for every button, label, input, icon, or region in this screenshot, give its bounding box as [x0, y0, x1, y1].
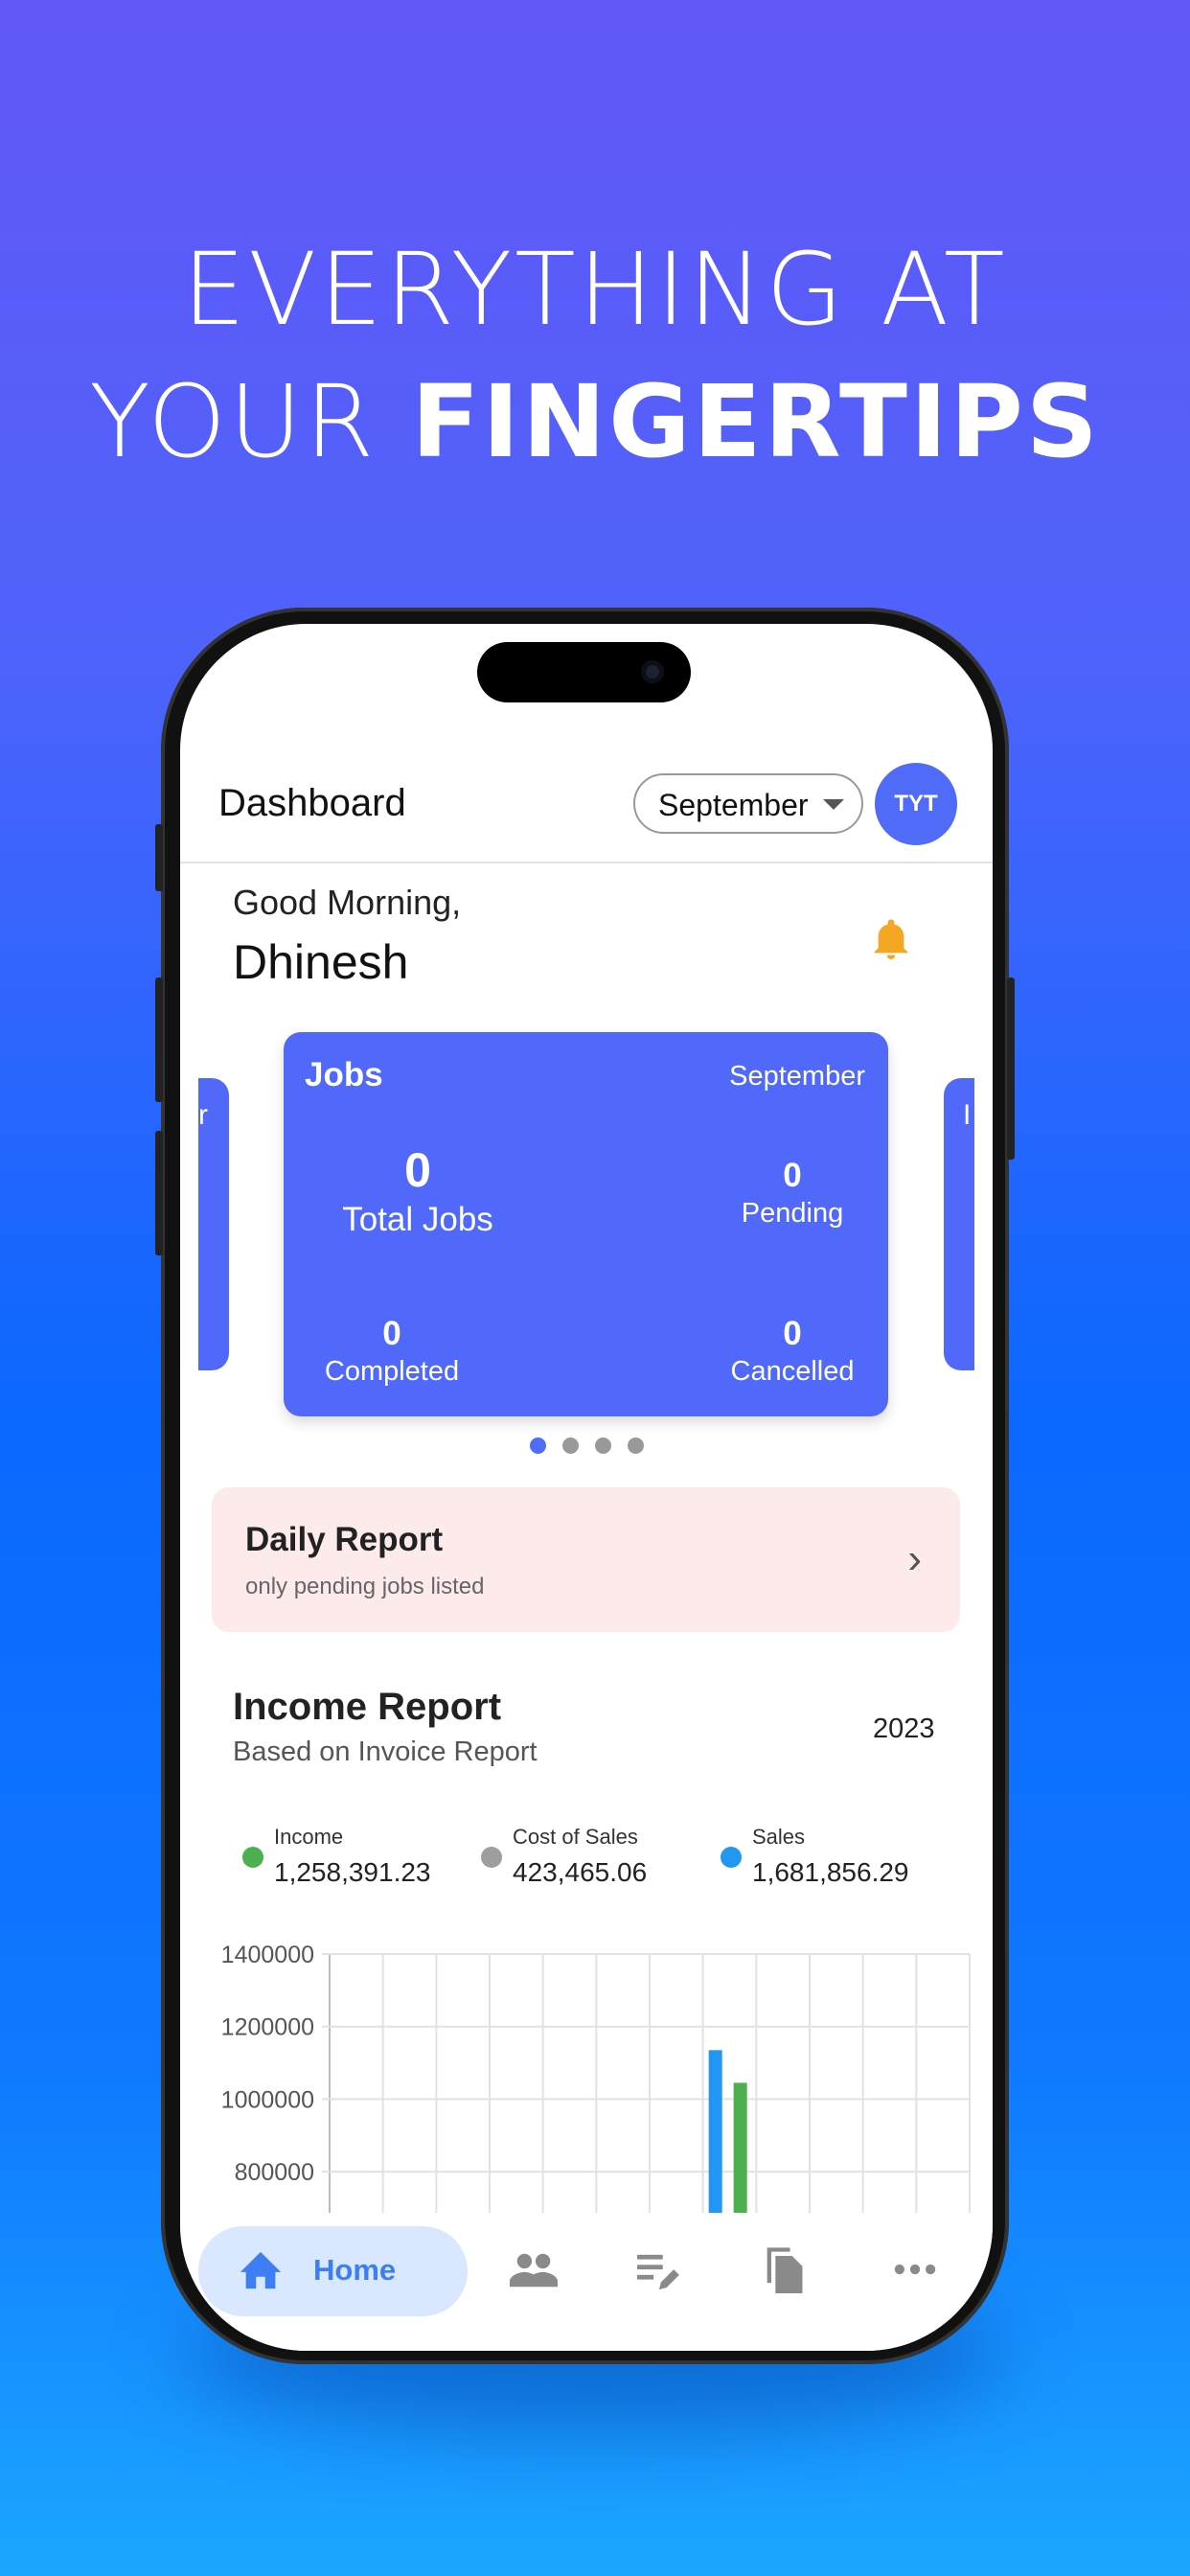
legend-value: 1,681,856.29 [752, 1857, 909, 1887]
carousel-dot[interactable] [530, 1438, 546, 1454]
phone-button [155, 978, 163, 1102]
legend-label: Cost of Sales [513, 1825, 638, 1849]
legend-dot [242, 1847, 263, 1868]
documents-icon[interactable] [763, 2243, 805, 2293]
user-name: Dhinesh [233, 935, 409, 989]
bar-income [733, 2082, 747, 2215]
income-report-year[interactable]: 2023 [873, 1714, 935, 1745]
headline-line-1: EVERYTHING AT [182, 231, 1008, 348]
phone-button [155, 824, 163, 891]
legend-value: 1,258,391.23 [274, 1857, 431, 1887]
income-bar-chart: 1400000 1200000 1000000 800000 [221, 1942, 971, 2215]
nav-home-label: Home [313, 2253, 397, 2287]
bottom-nav: Home [180, 2213, 993, 2351]
legend-label: Income [274, 1825, 344, 1849]
y-tick-label: 1000000 [221, 2086, 314, 2113]
income-report-subtitle: Based on Invoice Report [233, 1736, 538, 1767]
pending-value: 0 [783, 1157, 802, 1194]
app-screen: Dashboard September TYT Good Morning, Dh… [180, 624, 993, 2351]
headline-line-2: YOUR FINGERTIPS [0, 372, 1190, 472]
completed-value: 0 [382, 1315, 401, 1352]
greeting-text: Good Morning, [233, 883, 462, 922]
more-icon[interactable] [894, 2263, 936, 2276]
bar-sales [708, 2050, 722, 2215]
header-divider [180, 862, 993, 863]
phone-button [1007, 978, 1015, 1160]
jobs-card-title: Jobs [305, 1056, 383, 1093]
peek-text: r [198, 1099, 208, 1131]
cancelled-value: 0 [783, 1315, 802, 1352]
next-card-peek[interactable]: I [944, 1078, 974, 1370]
nav-home[interactable]: Home [198, 2226, 468, 2316]
carousel-dot[interactable] [628, 1438, 644, 1454]
daily-report-subtitle: only pending jobs listed [245, 1574, 485, 1599]
carousel-dot[interactable] [595, 1438, 611, 1454]
legend-label: Sales [752, 1825, 806, 1849]
total-jobs-value: 0 [404, 1143, 431, 1197]
total-jobs-label: Total Jobs [342, 1201, 493, 1238]
y-tick-label: 1400000 [221, 1942, 314, 1968]
edit-list-icon[interactable] [635, 2251, 679, 2291]
income-report-title: Income Report [233, 1686, 502, 1728]
jobs-card-month: September [729, 1061, 865, 1092]
camera-icon [641, 660, 664, 683]
jobs-card[interactable]: Jobs September 0 Total Jobs 0 Pending 0 … [284, 1032, 888, 1416]
y-tick-label: 800000 [235, 2159, 314, 2186]
y-tick-label: 1200000 [221, 2014, 314, 2041]
cancelled-label: Cancelled [730, 1356, 855, 1387]
headline-regular: YOUR [89, 363, 412, 480]
daily-report-button[interactable]: Daily Report only pending jobs listed › [212, 1487, 960, 1632]
completed-label: Completed [324, 1356, 460, 1387]
chevron-right-icon: › [907, 1535, 922, 1582]
avatar[interactable]: TYT [875, 763, 957, 845]
peek-text: I [963, 1099, 972, 1131]
home-icon [240, 2251, 282, 2289]
legend-dot [481, 1847, 502, 1868]
pending-label: Pending [741, 1198, 844, 1229]
phone-button [155, 1131, 163, 1255]
headline-bold: FINGERTIPS [411, 363, 1101, 480]
prev-card-peek[interactable]: r [198, 1078, 229, 1370]
carousel-dot[interactable] [562, 1438, 579, 1454]
legend-dot [721, 1847, 742, 1868]
daily-report-title: Daily Report [245, 1521, 444, 1558]
carousel-indicator [530, 1438, 644, 1454]
legend-value: 423,465.06 [513, 1857, 648, 1887]
month-dropdown[interactable]: September [633, 773, 863, 834]
people-icon[interactable] [510, 2251, 558, 2289]
caret-down-icon [823, 799, 844, 810]
bell-icon[interactable] [872, 919, 910, 966]
dynamic-island [477, 642, 691, 702]
page-title: Dashboard [218, 782, 406, 824]
month-dropdown-value: September [658, 788, 809, 822]
